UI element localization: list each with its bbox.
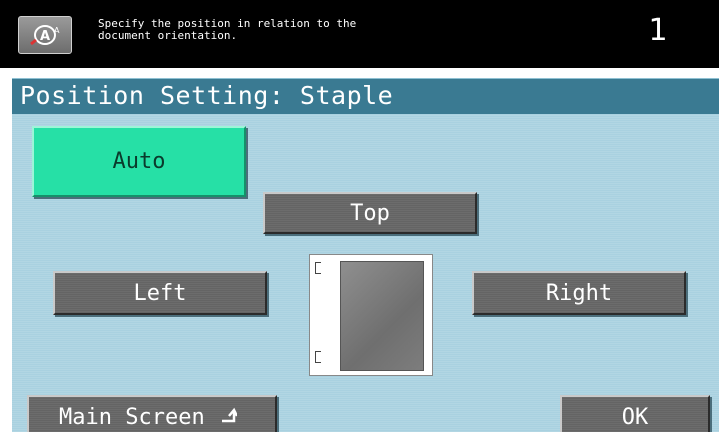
ok-button[interactable]: OK [560,395,710,432]
document-preview [309,254,433,376]
right-label: Right [545,280,613,306]
right-button[interactable]: Right [472,271,686,315]
copy-count: 1 [648,13,668,48]
main-screen-label: Main Screen [59,404,205,430]
main-screen-button[interactable]: Main Screen [27,395,277,432]
svg-text:A: A [40,29,50,44]
message-bar: A A Specify the position in relation to … [0,0,719,68]
document-image [340,261,424,371]
svg-text:A: A [54,26,60,35]
page-title: Position Setting: Staple [20,81,394,110]
top-button[interactable]: Top [263,192,477,234]
title-gap [0,68,719,78]
auto-button[interactable]: Auto [32,126,246,197]
staple-top-icon [315,262,321,274]
left-label: Left [133,280,187,306]
return-arrow-icon [219,404,238,430]
title-bar: Position Setting: Staple [12,78,719,114]
staple-bottom-icon [315,351,321,363]
ok-label: OK [621,404,649,430]
left-button[interactable]: Left [53,271,267,315]
instruction-text: Specify the position in relation to the … [98,17,357,42]
auto-label: Auto [112,149,166,174]
staple-position-screen: A A Specify the position in relation to … [0,0,719,432]
top-label: Top [350,200,390,226]
help-button[interactable]: A A [18,16,72,54]
